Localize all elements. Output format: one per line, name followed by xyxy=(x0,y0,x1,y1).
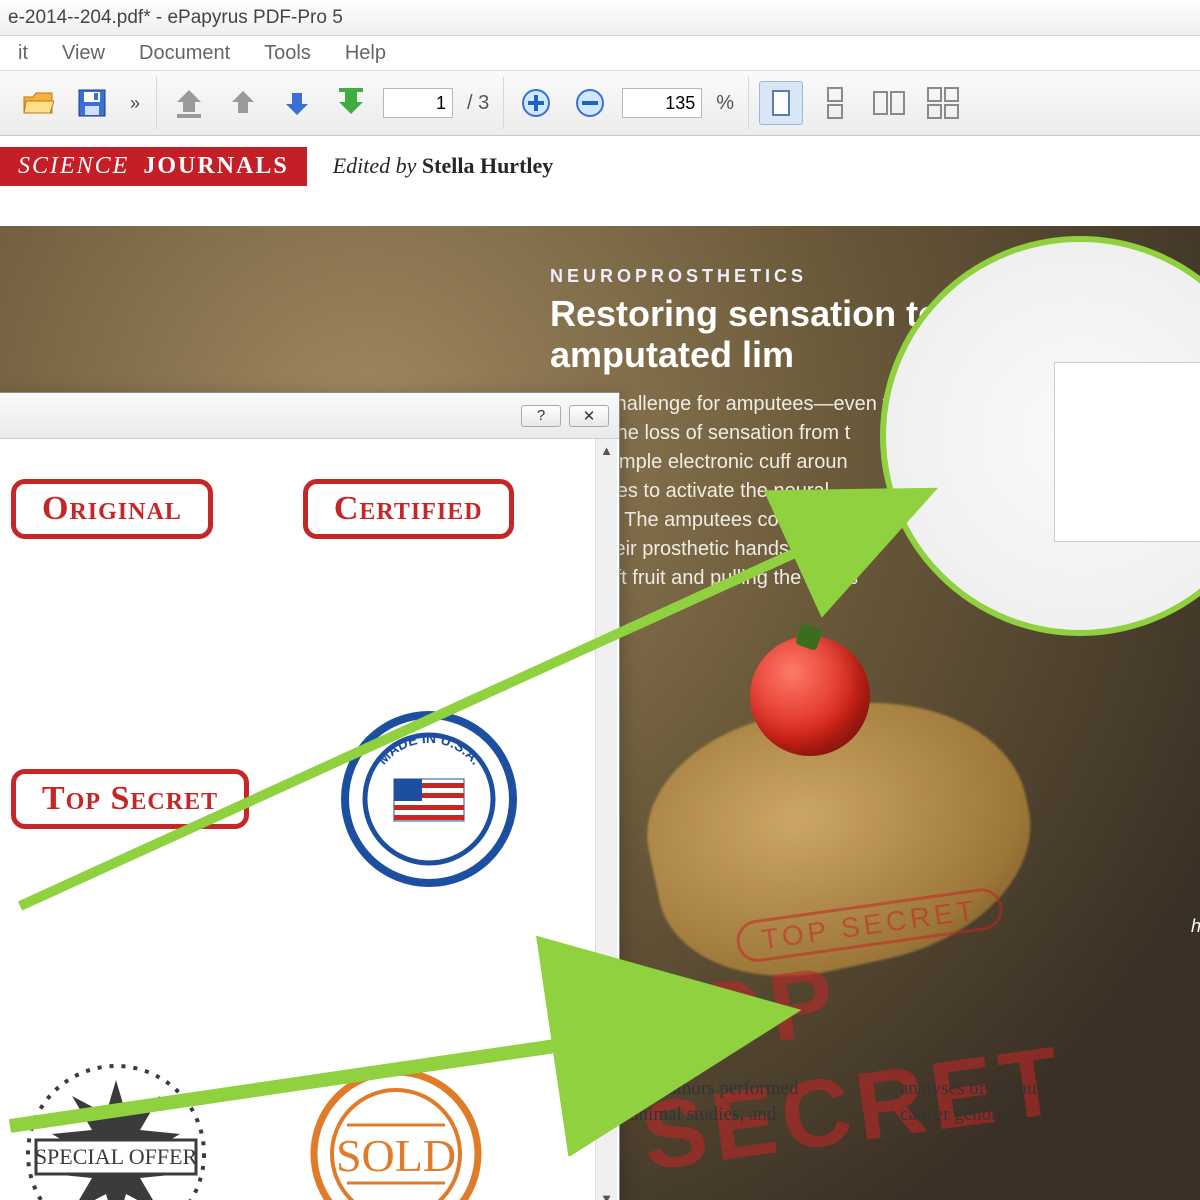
stamp-special-offer-label: SPECIAL OFFER xyxy=(35,1144,198,1169)
view-single-page-button[interactable] xyxy=(759,81,803,125)
stamp-top-secret[interactable]: Top Secret xyxy=(11,769,249,829)
prev-page-button[interactable] xyxy=(221,81,265,125)
tomato-image xyxy=(750,636,870,756)
view-continuous-button[interactable] xyxy=(813,81,857,125)
journal-badge-bold: JOURNALS xyxy=(143,153,288,179)
article-column-left: obots, the authors performed urther anim… xyxy=(580,1076,860,1127)
menu-tools[interactable]: Tools xyxy=(250,38,325,69)
dialog-close-button[interactable]: ✕ xyxy=(569,405,609,427)
dialog-titlebar[interactable]: ? ✕ xyxy=(0,393,619,439)
stamp-sold-label: SOLD xyxy=(336,1130,456,1181)
toolbar-more[interactable]: » xyxy=(124,93,146,114)
zoom-percent-label: % xyxy=(712,92,738,115)
edited-by: Edited by Stella Hurtley xyxy=(333,153,554,179)
save-button[interactable] xyxy=(70,81,114,125)
stamp-original[interactable]: Original xyxy=(11,479,213,539)
window-title: e-2014--204.pdf* - ePapyrus PDF-Pro 5 xyxy=(8,7,343,29)
zoom-in-button[interactable] xyxy=(514,81,558,125)
journal-header: SCIENCE JOURNALS Edited by Stella Hurtle… xyxy=(0,136,1200,196)
journal-badge: SCIENCE JOURNALS xyxy=(0,147,307,186)
article-column-right: analyses of the hu cancer genome xyxy=(900,1076,1180,1127)
menu-edit[interactable]: it xyxy=(4,38,42,69)
journal-badge-italic: SCIENCE xyxy=(18,153,129,179)
view-facing-continuous-button[interactable] xyxy=(921,81,965,125)
menubar: it View Document Tools Help xyxy=(0,36,1200,70)
page-number-input[interactable] xyxy=(383,88,453,118)
stamp-certified[interactable]: Certified xyxy=(303,479,514,539)
edited-by-name: Stella Hurtley xyxy=(422,153,553,178)
dialog-scrollbar[interactable]: ▲ ▼ xyxy=(595,439,617,1200)
stamps-dialog: ? ✕ ▲ ▼ Original Certified Top Secret MA… xyxy=(0,392,620,1200)
dialog-help-button[interactable]: ? xyxy=(521,405,561,427)
last-page-button[interactable] xyxy=(329,81,373,125)
help-icon: ? xyxy=(537,407,545,424)
first-page-button[interactable] xyxy=(167,81,211,125)
document-viewport[interactable]: SCIENCE JOURNALS Edited by Stella Hurtle… xyxy=(0,136,1200,1200)
stamp-sold[interactable]: SOLD xyxy=(291,1059,501,1200)
magnifier-inner-panel xyxy=(1054,362,1200,542)
zoom-out-button[interactable] xyxy=(568,81,612,125)
toolbar: » / 3 % xyxy=(0,70,1200,136)
window-titlebar: e-2014--204.pdf* - ePapyrus PDF-Pro 5 xyxy=(0,0,1200,36)
scroll-up-icon[interactable]: ▲ xyxy=(596,439,617,461)
view-facing-button[interactable] xyxy=(867,81,911,125)
stamp-special-offer[interactable]: SPECIAL OFFER xyxy=(11,1059,221,1200)
zoom-input[interactable] xyxy=(622,88,702,118)
stamp-usa-seal[interactable]: MADE IN U.S.A. xyxy=(339,709,519,889)
edited-by-prefix: Edited by xyxy=(333,153,422,178)
menu-help[interactable]: Help xyxy=(331,38,400,69)
page-total-label: / 3 xyxy=(463,92,493,115)
menu-document[interactable]: Document xyxy=(125,38,244,69)
svg-text:MADE IN U.S.A.: MADE IN U.S.A. xyxy=(374,730,484,768)
menu-view[interactable]: View xyxy=(48,38,119,69)
scroll-down-icon[interactable]: ▼ xyxy=(596,1187,617,1200)
next-page-button[interactable] xyxy=(275,81,319,125)
open-button[interactable] xyxy=(16,81,60,125)
close-icon: ✕ xyxy=(583,407,596,425)
stamp-usa-label: MADE IN U.S.A. xyxy=(374,730,484,768)
dialog-body: Original Certified Top Secret MADE IN U.… xyxy=(0,439,593,1200)
